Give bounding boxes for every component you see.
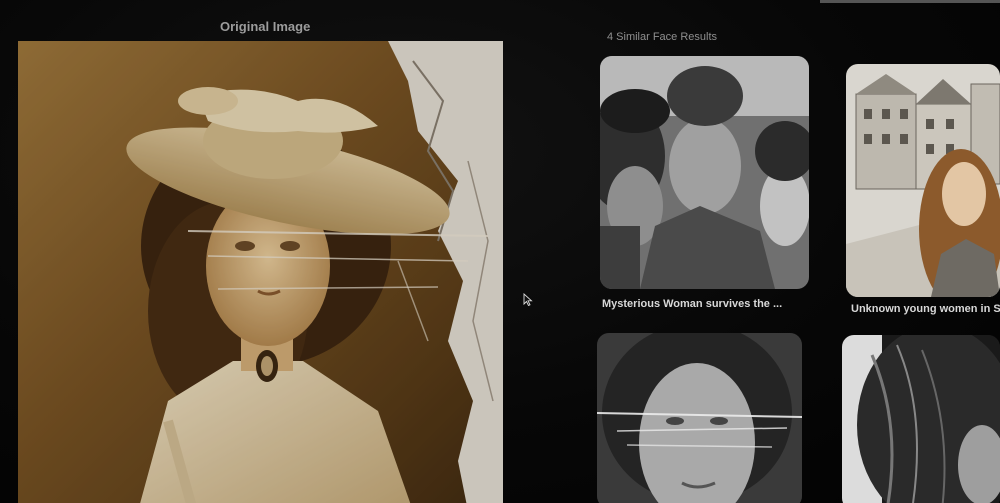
face-search-screen: Original Image 4 Similar Face Results My… <box>0 0 1000 503</box>
result-card-3[interactable] <box>597 333 802 503</box>
mouse-cursor-icon <box>523 293 533 306</box>
result-caption-2[interactable]: Unknown young women in S <box>851 303 1000 315</box>
original-image <box>18 41 503 503</box>
result-card-1[interactable] <box>600 56 809 289</box>
original-image-title: Original Image <box>220 19 311 34</box>
results-title: 4 Similar Face Results <box>607 31 718 43</box>
result-card-4[interactable] <box>842 335 1000 503</box>
result-caption-1[interactable]: Mysterious Woman survives the ... <box>602 298 782 310</box>
result-card-2[interactable] <box>846 64 1000 297</box>
top-edge-strip <box>820 0 1000 3</box>
